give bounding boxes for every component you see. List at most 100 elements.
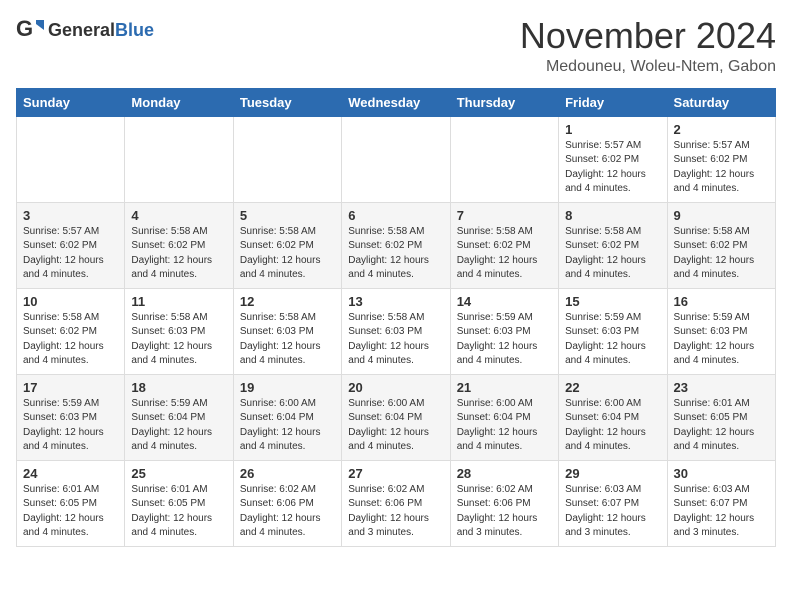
day-info: Sunrise: 5:58 AM Sunset: 6:02 PM Dayligh… (348, 225, 443, 283)
calendar-cell: 25 Sunrise: 6:01 AM Sunset: 6:05 PM Dayli… (125, 460, 233, 546)
day-number: 28 (457, 466, 552, 481)
location-title: Medouneu, Woleu-Ntem, Gabon (520, 58, 776, 76)
day-info: Sunrise: 6:00 AM Sunset: 6:04 PM Dayligh… (348, 397, 443, 455)
calendar-cell: 19 Sunrise: 6:00 AM Sunset: 6:04 PM Dayli… (233, 374, 341, 460)
page-header: G GeneralBlue November 2024 Medouneu, Wo… (16, 16, 776, 76)
calendar-cell: 5Sunrise: 5:58 AM Sunset: 6:02 PM Daylig… (233, 202, 341, 288)
day-info: Sunrise: 6:02 AM Sunset: 6:06 PM Dayligh… (348, 483, 443, 541)
calendar-cell (450, 116, 558, 202)
day-info: Sunrise: 5:59 AM Sunset: 6:03 PM Dayligh… (23, 397, 118, 455)
calendar-cell: 14 Sunrise: 5:59 AM Sunset: 6:03 PM Dayli… (450, 288, 558, 374)
day-info: Sunrise: 6:00 AM Sunset: 6:04 PM Dayligh… (240, 397, 335, 455)
title-area: November 2024 Medouneu, Woleu-Ntem, Gabo… (520, 16, 776, 76)
calendar-cell: 18 Sunrise: 5:59 AM Sunset: 6:04 PM Dayli… (125, 374, 233, 460)
day-info: Sunrise: 5:57 AM Sunset: 6:02 PM Dayligh… (565, 139, 660, 197)
logo: G GeneralBlue (16, 16, 154, 44)
calendar-week-row: 3Sunrise: 5:57 AM Sunset: 6:02 PM Daylig… (17, 202, 776, 288)
calendar-cell: 23 Sunrise: 6:01 AM Sunset: 6:05 PM Dayli… (667, 374, 775, 460)
calendar-cell: 22Sunrise: 6:00 AM Sunset: 6:04 PM Dayli… (559, 374, 667, 460)
calendar-cell: 7Sunrise: 5:58 AM Sunset: 6:02 PM Daylig… (450, 202, 558, 288)
day-info: Sunrise: 6:01 AM Sunset: 6:05 PM Dayligh… (131, 483, 226, 541)
day-number: 1 (565, 122, 660, 137)
day-number: 21 (457, 380, 552, 395)
day-info: Sunrise: 6:01 AM Sunset: 6:05 PM Dayligh… (23, 483, 118, 541)
day-number: 27 (348, 466, 443, 481)
day-number: 5 (240, 208, 335, 223)
calendar-cell: 29 Sunrise: 6:03 AM Sunset: 6:07 PM Dayli… (559, 460, 667, 546)
logo-icon: G (16, 16, 44, 44)
calendar-cell: 12 Sunrise: 5:58 AM Sunset: 6:03 PM Dayli… (233, 288, 341, 374)
calendar-cell (233, 116, 341, 202)
day-number: 20 (348, 380, 443, 395)
day-info: Sunrise: 5:57 AM Sunset: 6:02 PM Dayligh… (23, 225, 118, 283)
day-info: Sunrise: 5:57 AM Sunset: 6:02 PM Dayligh… (674, 139, 769, 197)
day-info: Sunrise: 6:03 AM Sunset: 6:07 PM Dayligh… (674, 483, 769, 541)
day-info: Sunrise: 5:59 AM Sunset: 6:04 PM Dayligh… (131, 397, 226, 455)
weekday-header-cell: Thursday (450, 88, 558, 116)
day-number: 4 (131, 208, 226, 223)
day-number: 24 (23, 466, 118, 481)
calendar-cell: 8 Sunrise: 5:58 AM Sunset: 6:02 PM Daylig… (559, 202, 667, 288)
day-number: 11 (131, 294, 226, 309)
calendar-cell: 9Sunrise: 5:58 AM Sunset: 6:02 PM Daylig… (667, 202, 775, 288)
calendar-table: SundayMondayTuesdayWednesdayThursdayFrid… (16, 88, 776, 547)
day-number: 13 (348, 294, 443, 309)
day-number: 23 (674, 380, 769, 395)
calendar-week-row: 1 Sunrise: 5:57 AM Sunset: 6:02 PM Daylig… (17, 116, 776, 202)
calendar-cell: 26 Sunrise: 6:02 AM Sunset: 6:06 PM Dayli… (233, 460, 341, 546)
day-info: Sunrise: 5:59 AM Sunset: 6:03 PM Dayligh… (457, 311, 552, 369)
weekday-header-row: SundayMondayTuesdayWednesdayThursdayFrid… (17, 88, 776, 116)
logo-blue-text: Blue (115, 20, 154, 40)
weekday-header-cell: Monday (125, 88, 233, 116)
calendar-cell: 17Sunrise: 5:59 AM Sunset: 6:03 PM Dayli… (17, 374, 125, 460)
weekday-header-cell: Saturday (667, 88, 775, 116)
svg-text:G: G (16, 16, 33, 41)
day-number: 12 (240, 294, 335, 309)
logo-general-text: General (48, 20, 115, 40)
day-info: Sunrise: 5:58 AM Sunset: 6:02 PM Dayligh… (565, 225, 660, 283)
day-info: Sunrise: 6:02 AM Sunset: 6:06 PM Dayligh… (457, 483, 552, 541)
month-title: November 2024 (520, 16, 776, 56)
day-number: 2 (674, 122, 769, 137)
calendar-cell: 2 Sunrise: 5:57 AM Sunset: 6:02 PM Daylig… (667, 116, 775, 202)
weekday-header-cell: Tuesday (233, 88, 341, 116)
day-info: Sunrise: 5:58 AM Sunset: 6:02 PM Dayligh… (23, 311, 118, 369)
day-number: 22 (565, 380, 660, 395)
calendar-cell: 1 Sunrise: 5:57 AM Sunset: 6:02 PM Daylig… (559, 116, 667, 202)
calendar-cell: 30 Sunrise: 6:03 AM Sunset: 6:07 PM Dayli… (667, 460, 775, 546)
day-number: 9 (674, 208, 769, 223)
day-number: 8 (565, 208, 660, 223)
day-number: 19 (240, 380, 335, 395)
day-info: Sunrise: 6:03 AM Sunset: 6:07 PM Dayligh… (565, 483, 660, 541)
weekday-header-cell: Friday (559, 88, 667, 116)
calendar-cell: 11Sunrise: 5:58 AM Sunset: 6:03 PM Dayli… (125, 288, 233, 374)
calendar-cell: 6Sunrise: 5:58 AM Sunset: 6:02 PM Daylig… (342, 202, 450, 288)
day-number: 18 (131, 380, 226, 395)
calendar-cell: 4Sunrise: 5:58 AM Sunset: 6:02 PM Daylig… (125, 202, 233, 288)
day-number: 25 (131, 466, 226, 481)
calendar-cell (125, 116, 233, 202)
calendar-cell: 13Sunrise: 5:58 AM Sunset: 6:03 PM Dayli… (342, 288, 450, 374)
day-info: Sunrise: 5:59 AM Sunset: 6:03 PM Dayligh… (565, 311, 660, 369)
day-number: 30 (674, 466, 769, 481)
calendar-cell: 3Sunrise: 5:57 AM Sunset: 6:02 PM Daylig… (17, 202, 125, 288)
day-number: 10 (23, 294, 118, 309)
day-info: Sunrise: 6:00 AM Sunset: 6:04 PM Dayligh… (457, 397, 552, 455)
calendar-cell: 27 Sunrise: 6:02 AM Sunset: 6:06 PM Dayli… (342, 460, 450, 546)
day-number: 26 (240, 466, 335, 481)
day-info: Sunrise: 6:01 AM Sunset: 6:05 PM Dayligh… (674, 397, 769, 455)
calendar-cell: 21 Sunrise: 6:00 AM Sunset: 6:04 PM Dayli… (450, 374, 558, 460)
calendar-cell: 20 Sunrise: 6:00 AM Sunset: 6:04 PM Dayli… (342, 374, 450, 460)
day-info: Sunrise: 6:02 AM Sunset: 6:06 PM Dayligh… (240, 483, 335, 541)
day-number: 7 (457, 208, 552, 223)
calendar-week-row: 10 Sunrise: 5:58 AM Sunset: 6:02 PM Dayli… (17, 288, 776, 374)
calendar-cell: 10 Sunrise: 5:58 AM Sunset: 6:02 PM Dayli… (17, 288, 125, 374)
day-number: 14 (457, 294, 552, 309)
day-number: 16 (674, 294, 769, 309)
day-info: Sunrise: 5:58 AM Sunset: 6:03 PM Dayligh… (240, 311, 335, 369)
calendar-cell (17, 116, 125, 202)
calendar-cell: 15Sunrise: 5:59 AM Sunset: 6:03 PM Dayli… (559, 288, 667, 374)
day-number: 29 (565, 466, 660, 481)
calendar-week-row: 24 Sunrise: 6:01 AM Sunset: 6:05 PM Dayli… (17, 460, 776, 546)
calendar-week-row: 17Sunrise: 5:59 AM Sunset: 6:03 PM Dayli… (17, 374, 776, 460)
